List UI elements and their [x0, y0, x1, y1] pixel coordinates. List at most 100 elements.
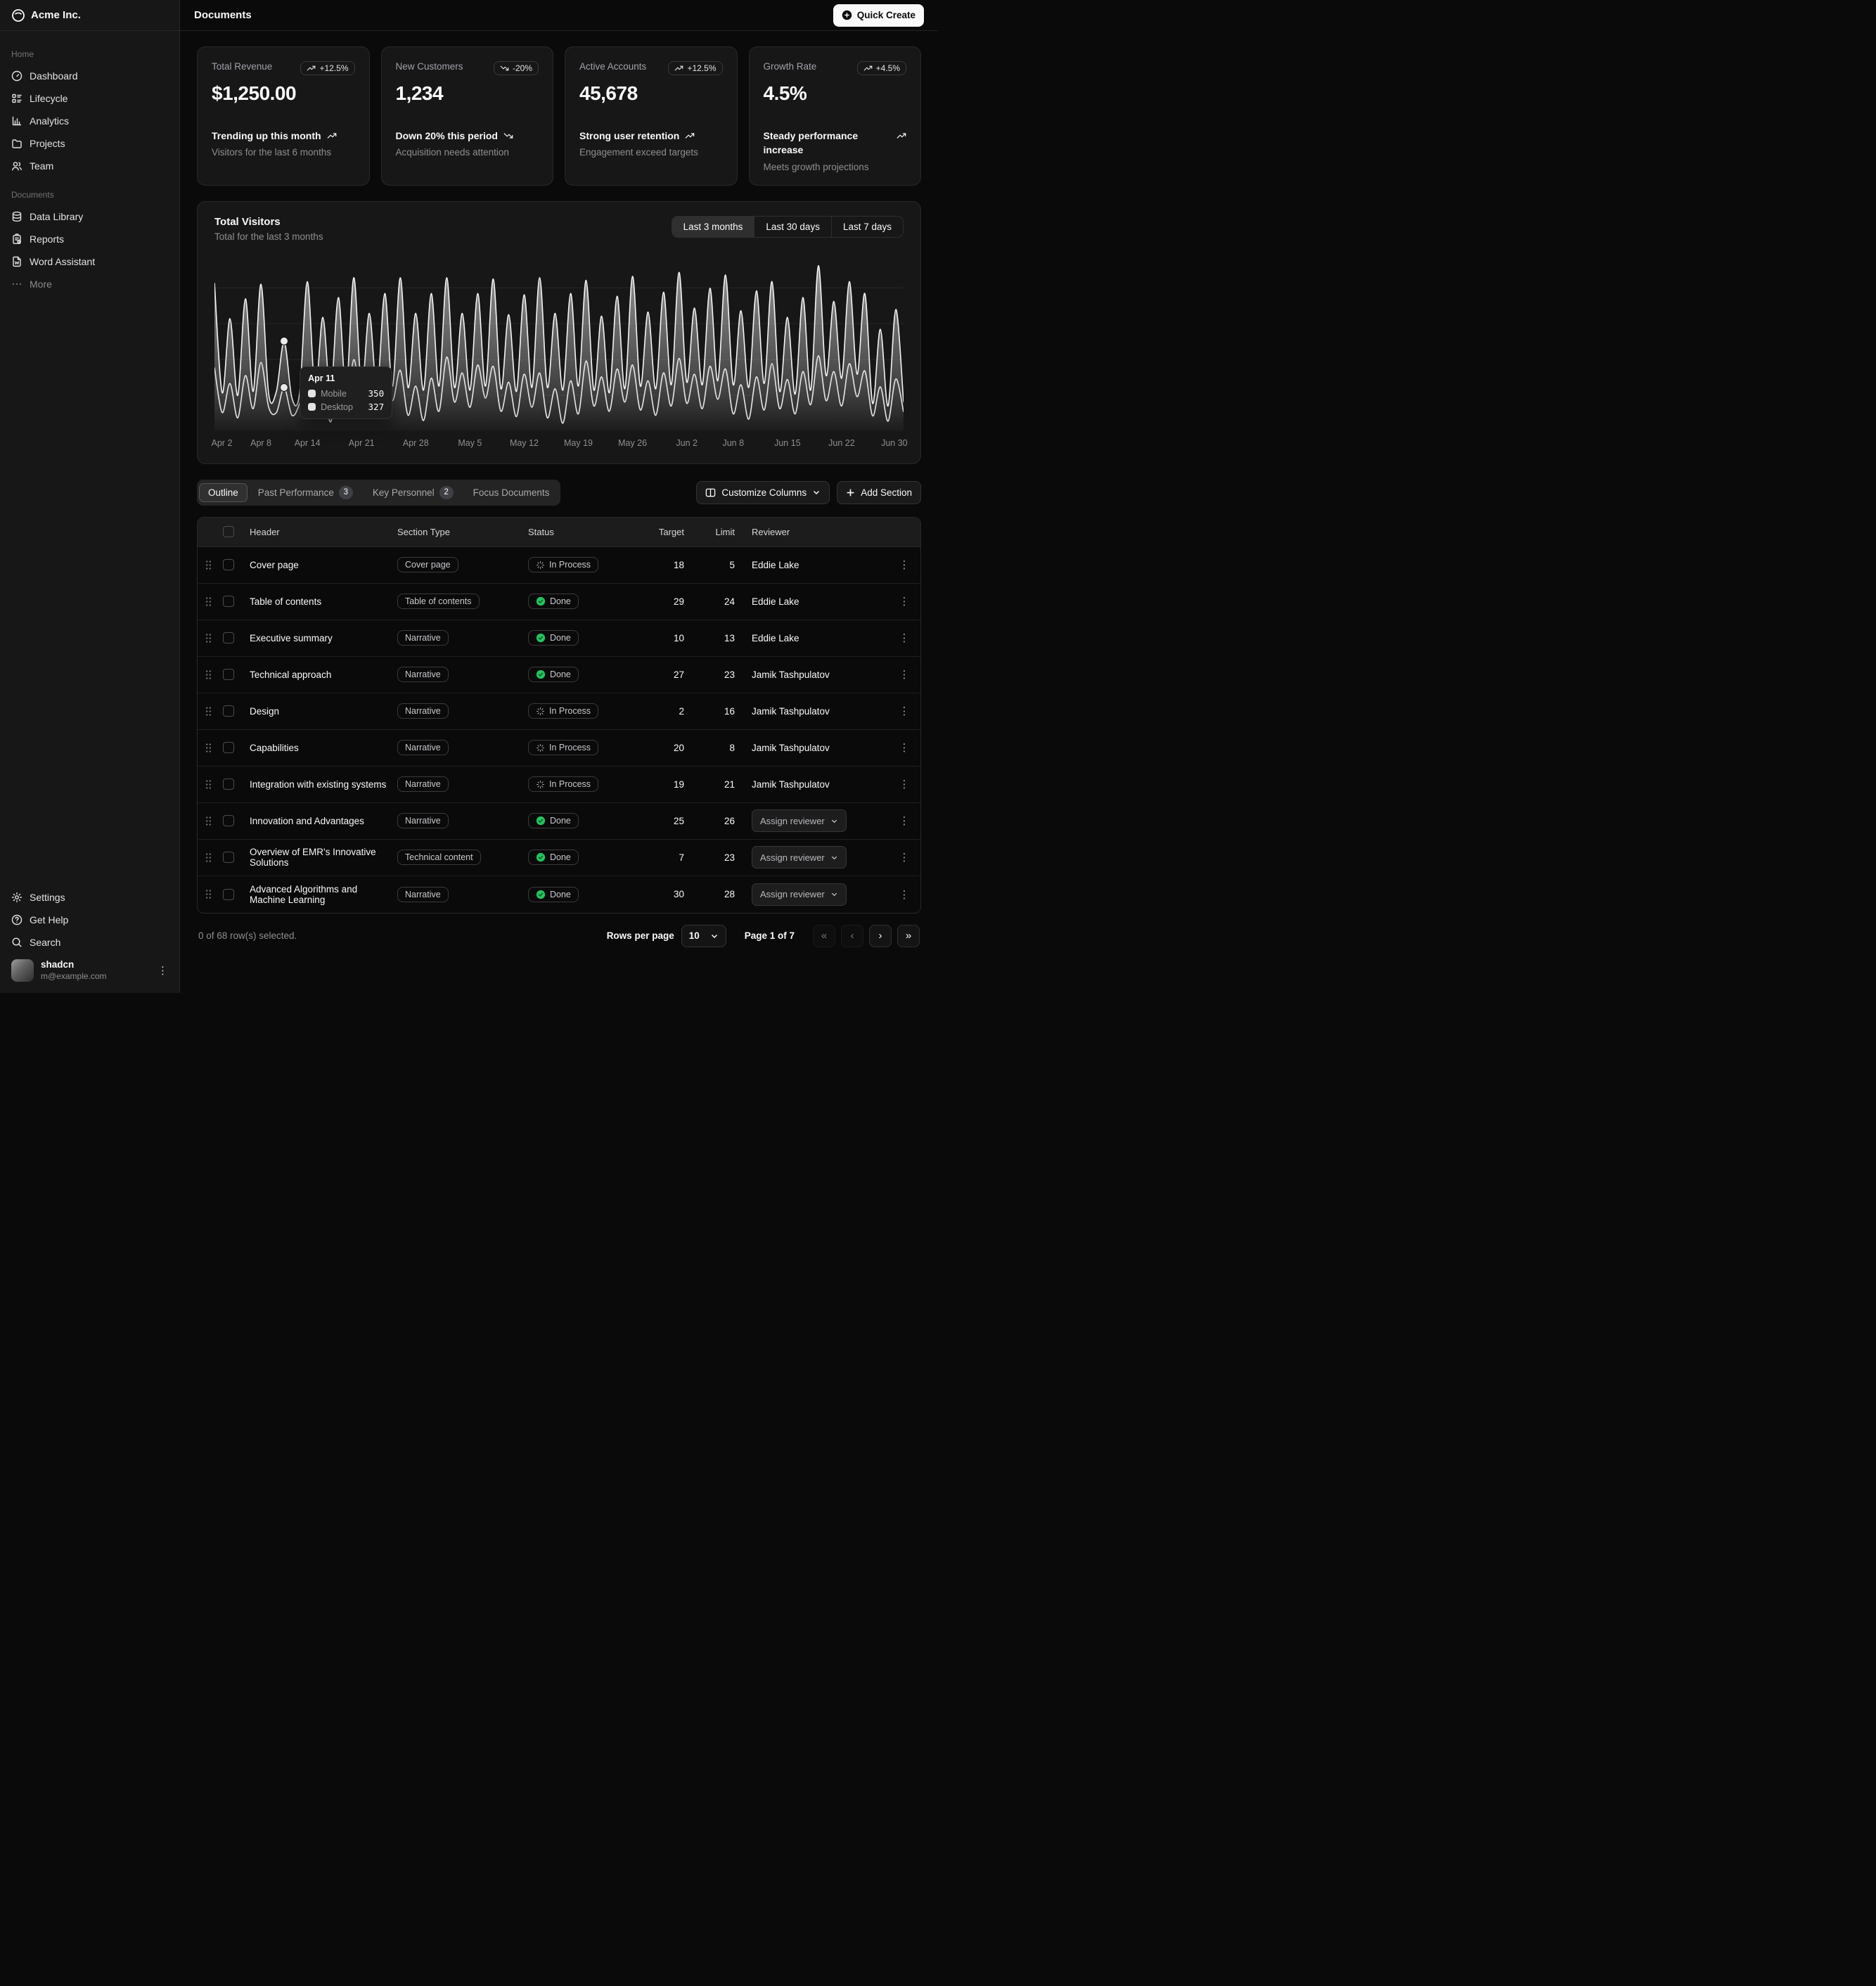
drag-handle[interactable]	[198, 743, 219, 753]
range-last-30-days[interactable]: Last 30 days	[754, 217, 831, 237]
sidebar-item-more[interactable]: More	[6, 273, 174, 295]
tab-outline[interactable]: Outline	[199, 483, 248, 502]
sidebar-item-settings[interactable]: Settings	[6, 886, 174, 909]
sidebar-item-analytics[interactable]: Analytics	[6, 110, 174, 132]
drag-handle[interactable]	[198, 852, 219, 863]
sidebar-item-label: Settings	[30, 892, 65, 903]
target-value[interactable]: 29	[674, 596, 684, 607]
row-menu-button[interactable]: ⋮	[892, 668, 916, 681]
sidebar-item-label: Word Assistant	[30, 256, 95, 267]
assign-reviewer-dropdown[interactable]: Assign reviewer	[752, 883, 847, 906]
target-value[interactable]: 27	[674, 670, 684, 680]
tab-past-performance[interactable]: Past Performance3	[249, 482, 362, 504]
sidebar-item-team[interactable]: Team	[6, 155, 174, 177]
select-all-checkbox[interactable]	[223, 526, 234, 537]
sidebar-item-dashboard[interactable]: Dashboard	[6, 65, 174, 87]
x-tick-label: Apr 8	[250, 438, 271, 448]
row-checkbox[interactable]	[223, 596, 234, 607]
row-header[interactable]: Advanced Algorithms and Machine Learning	[250, 884, 389, 905]
tab-focus-documents[interactable]: Focus Documents	[464, 483, 559, 502]
visitors-chart[interactable]: Apr 11 Mobile 350 Desktop 327	[214, 260, 904, 433]
sidebar-item-lifecycle[interactable]: Lifecycle	[6, 87, 174, 110]
next-page-button[interactable]: ›	[869, 925, 892, 947]
x-tick-label: Apr 21	[349, 438, 375, 448]
customize-columns-button[interactable]: Customize Columns	[696, 481, 830, 504]
range-last-7-days[interactable]: Last 7 days	[831, 217, 903, 237]
row-checkbox[interactable]	[223, 559, 234, 570]
sidebar-item-reports[interactable]: Reports	[6, 228, 174, 250]
limit-value[interactable]: 26	[724, 816, 735, 826]
row-menu-button[interactable]: ⋮	[892, 741, 916, 754]
drag-handle[interactable]	[198, 633, 219, 643]
row-checkbox[interactable]	[223, 779, 234, 790]
row-header[interactable]: Table of contents	[250, 596, 321, 607]
last-page-button[interactable]: »	[897, 925, 920, 947]
assign-reviewer-dropdown[interactable]: Assign reviewer	[752, 846, 847, 869]
org-switcher[interactable]: Acme Inc.	[0, 0, 179, 31]
row-header[interactable]: Cover page	[250, 560, 299, 570]
assign-reviewer-dropdown[interactable]: Assign reviewer	[752, 809, 847, 832]
sidebar-item-projects[interactable]: Projects	[6, 132, 174, 155]
row-header[interactable]: Technical approach	[250, 670, 331, 680]
row-menu-button[interactable]: ⋮	[892, 851, 916, 864]
range-last-3-months[interactable]: Last 3 months	[672, 217, 754, 237]
row-header[interactable]: Design	[250, 706, 279, 717]
row-menu-button[interactable]: ⋮	[892, 595, 916, 608]
limit-value[interactable]: 16	[724, 706, 735, 717]
limit-value[interactable]: 13	[724, 633, 735, 643]
row-menu-button[interactable]: ⋮	[892, 888, 916, 901]
limit-value[interactable]: 28	[724, 889, 735, 899]
limit-value[interactable]: 21	[724, 779, 735, 790]
target-value[interactable]: 18	[674, 560, 684, 570]
sidebar-item-data-library[interactable]: Data Library	[6, 205, 174, 228]
prev-page-button[interactable]: ‹	[841, 925, 863, 947]
target-value[interactable]: 25	[674, 816, 684, 826]
drag-handle[interactable]	[198, 779, 219, 790]
row-menu-button[interactable]: ⋮	[892, 814, 916, 827]
tooltip-date: Apr 11	[308, 373, 384, 383]
sidebar-item-get-help[interactable]: Get Help	[6, 909, 174, 931]
row-header[interactable]: Integration with existing systems	[250, 779, 386, 790]
limit-value[interactable]: 5	[729, 560, 735, 570]
drag-handle[interactable]	[198, 889, 219, 899]
drag-handle[interactable]	[198, 560, 219, 570]
row-menu-button[interactable]: ⋮	[892, 705, 916, 717]
sidebar-item-search[interactable]: Search	[6, 931, 174, 954]
first-page-button[interactable]: «	[813, 925, 835, 947]
add-section-button[interactable]: Add Section	[837, 481, 921, 504]
row-checkbox[interactable]	[223, 669, 234, 680]
sidebar-item-word-assistant[interactable]: Word Assistant	[6, 250, 174, 273]
row-checkbox[interactable]	[223, 632, 234, 643]
drag-handle[interactable]	[198, 706, 219, 717]
user-menu-dots-icon[interactable]: ⋮	[158, 964, 168, 977]
quick-create-button[interactable]: Quick Create	[833, 4, 924, 27]
target-value[interactable]: 19	[674, 779, 684, 790]
row-checkbox[interactable]	[223, 742, 234, 753]
drag-handle[interactable]	[198, 670, 219, 680]
target-value[interactable]: 7	[679, 852, 684, 863]
row-checkbox[interactable]	[223, 705, 234, 717]
target-value[interactable]: 10	[674, 633, 684, 643]
row-checkbox[interactable]	[223, 815, 234, 826]
row-checkbox[interactable]	[223, 852, 234, 863]
limit-value[interactable]: 8	[729, 743, 735, 753]
drag-handle[interactable]	[198, 596, 219, 607]
user-menu[interactable]: shadcn m@example.com ⋮	[6, 954, 174, 987]
row-header[interactable]: Executive summary	[250, 633, 333, 643]
limit-value[interactable]: 24	[724, 596, 735, 607]
row-header[interactable]: Innovation and Advantages	[250, 816, 364, 826]
row-checkbox[interactable]	[223, 889, 234, 900]
row-menu-button[interactable]: ⋮	[892, 632, 916, 644]
limit-value[interactable]: 23	[724, 852, 735, 863]
drag-handle[interactable]	[198, 816, 219, 826]
target-value[interactable]: 2	[679, 706, 684, 717]
row-menu-button[interactable]: ⋮	[892, 558, 916, 571]
row-header[interactable]: Capabilities	[250, 743, 299, 753]
row-menu-button[interactable]: ⋮	[892, 778, 916, 790]
limit-value[interactable]: 23	[724, 670, 735, 680]
target-value[interactable]: 20	[674, 743, 684, 753]
row-header[interactable]: Overview of EMR's Innovative Solutions	[250, 847, 389, 868]
rows-per-page-select[interactable]: 10	[681, 925, 726, 947]
tab-key-personnel[interactable]: Key Personnel2	[364, 482, 463, 504]
target-value[interactable]: 30	[674, 889, 684, 899]
